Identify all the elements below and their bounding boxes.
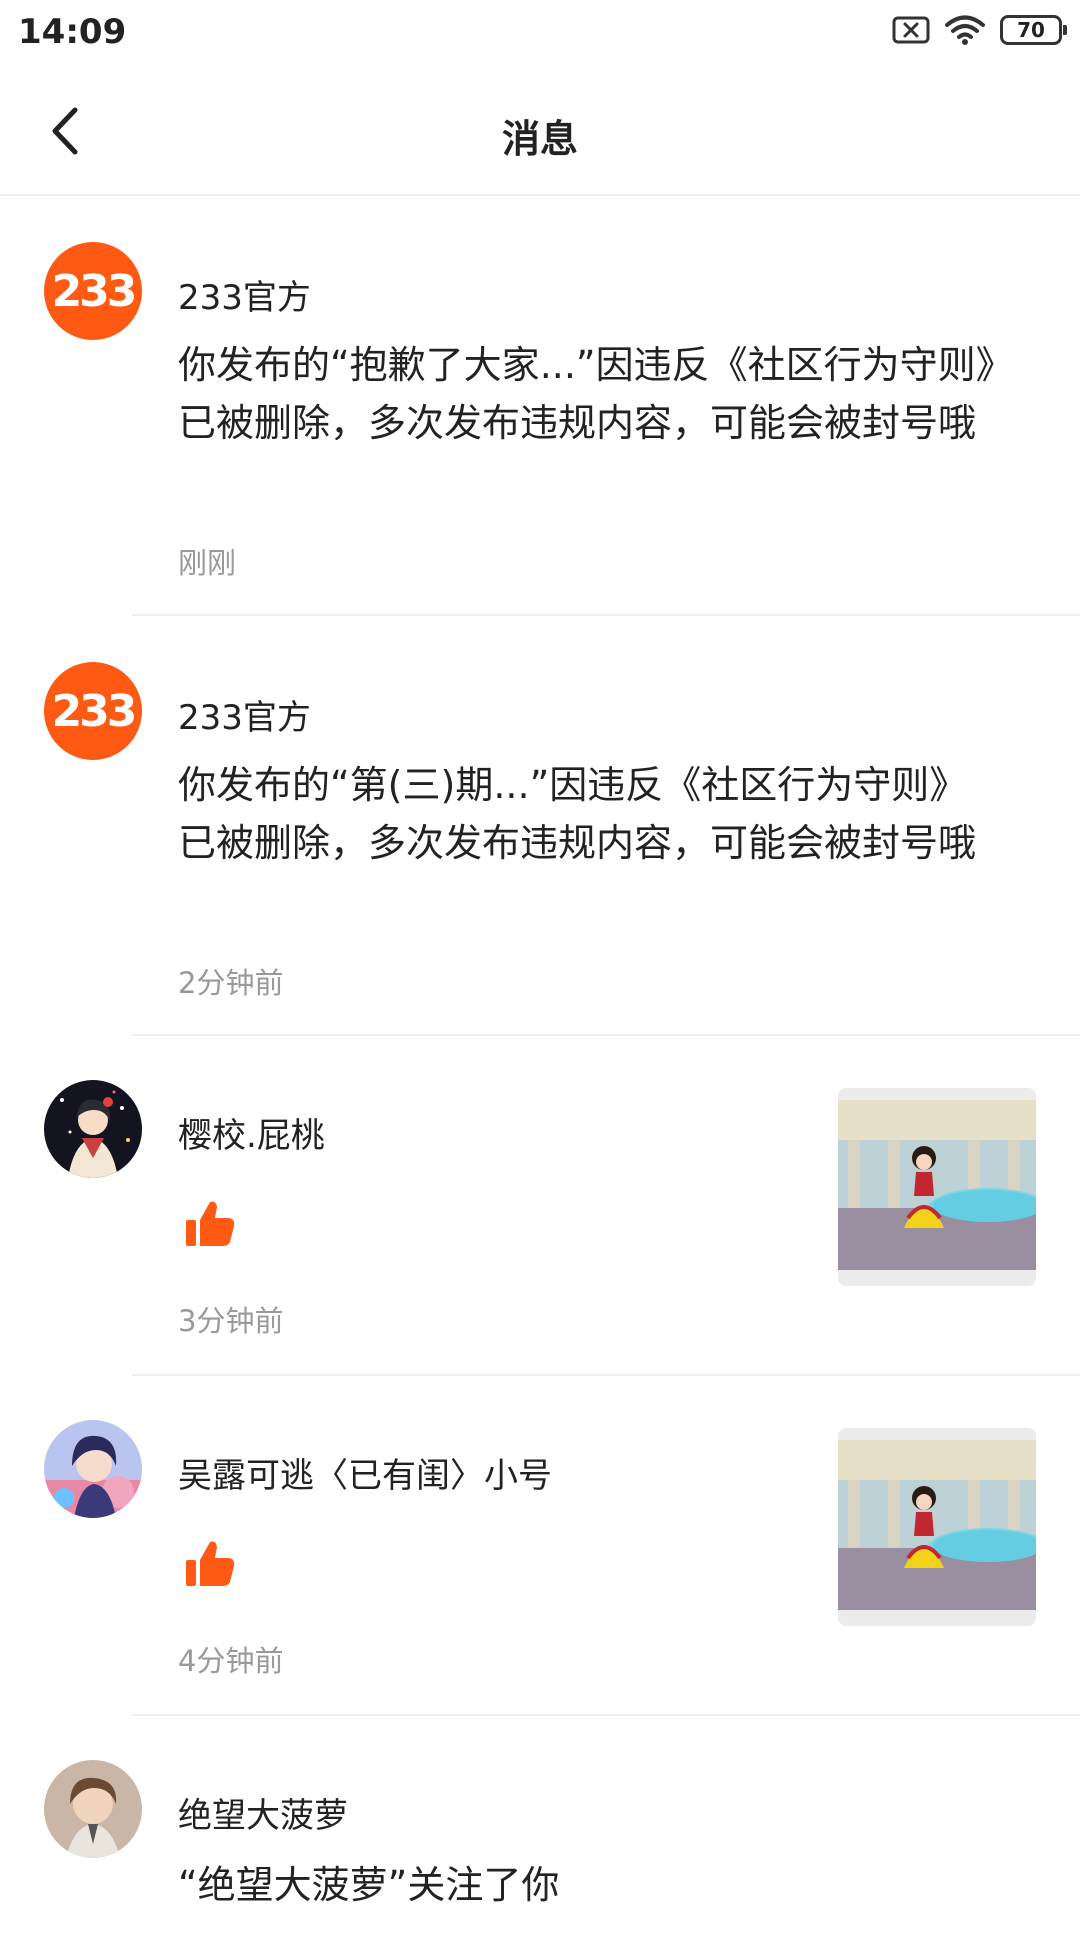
sender-name[interactable]: 233官方 — [178, 270, 311, 319]
wifi-icon — [944, 14, 986, 46]
message-item[interactable]: 吴露可逃〈已有闺〉小号 4分钟前 — [0, 1376, 1080, 1716]
avatar-logo-text: 233 — [51, 685, 138, 737]
nav-header: 消息 — [0, 68, 1080, 196]
sender-name[interactable]: 樱校.屁桃 — [178, 1108, 325, 1157]
thumbs-up-icon — [184, 1198, 236, 1254]
status-bar: 14:09 70 — [0, 0, 1080, 68]
official-233-avatar[interactable]: 233 — [44, 242, 142, 340]
message-item[interactable]: 绝望大菠萝 “绝望大菠萝”关注了你 — [0, 1716, 1080, 1956]
message-timestamp: 4分钟前 — [178, 1644, 284, 1678]
page-title: 消息 — [501, 117, 578, 161]
message-body: 你发布的“抱歉了大家...”因违反《社区行为守则》已被删除，多次发布违规内容，可… — [178, 343, 995, 445]
status-time: 14:09 — [18, 12, 127, 52]
thumbs-up-icon — [184, 1538, 236, 1594]
message-body: 你发布的“第(三)期...”因违反《社区行为守则》已被删除，多次发布违规内容，可… — [178, 763, 977, 865]
sender-name[interactable]: 绝望大菠萝 — [178, 1788, 348, 1837]
battery-icon: 70 — [1000, 15, 1067, 45]
message-item[interactable]: 233 233官方 你发布的“抱歉了大家...”因违反《社区行为守则》已被删除，… — [0, 196, 1080, 616]
user-avatar[interactable] — [44, 1760, 142, 1858]
post-thumbnail[interactable] — [838, 1428, 1036, 1626]
official-233-avatar[interactable]: 233 — [44, 662, 142, 760]
user-avatar[interactable] — [44, 1080, 142, 1178]
message-timestamp: 刚刚 — [178, 546, 237, 580]
message-item[interactable]: 樱校.屁桃 3分钟前 — [0, 1036, 1080, 1376]
sim-missing-icon — [892, 15, 930, 45]
message-timestamp: 3分钟前 — [178, 1304, 284, 1338]
message-item[interactable]: 233 233官方 你发布的“第(三)期...”因违反《社区行为守则》已被删除，… — [0, 616, 1080, 1036]
sender-name[interactable]: 吴露可逃〈已有闺〉小号 — [178, 1448, 552, 1497]
user-avatar[interactable] — [44, 1420, 142, 1518]
post-thumbnail[interactable] — [838, 1088, 1036, 1286]
message-timestamp: 2分钟前 — [178, 966, 284, 1000]
avatar-logo-text: 233 — [51, 265, 138, 317]
sender-name[interactable]: 233官方 — [178, 690, 311, 739]
status-icons: 70 — [892, 14, 1067, 46]
message-body: “绝望大菠萝”关注了你 — [178, 1863, 560, 1907]
message-list: 233 233官方 你发布的“抱歉了大家...”因违反《社区行为守则》已被删除，… — [0, 196, 1080, 1956]
